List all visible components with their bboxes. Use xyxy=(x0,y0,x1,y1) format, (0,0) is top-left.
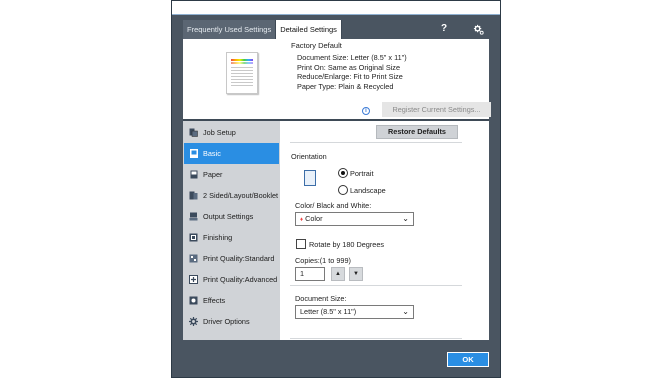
summary-line: Paper Type: Plain & Recycled xyxy=(297,81,394,91)
gear-icon[interactable] xyxy=(470,21,486,37)
landscape-radio[interactable] xyxy=(338,185,348,195)
tab-frequently-used-settings[interactable]: Frequently Used Settings xyxy=(183,20,277,39)
sidebar-item-print-quality-standard[interactable]: Print Quality:Standard xyxy=(184,248,279,269)
portrait-label: Portrait xyxy=(350,169,374,178)
sidebar-item-finishing[interactable]: Finishing xyxy=(184,227,279,248)
paper-icon xyxy=(189,170,198,179)
sidebar-item-label: Output Settings xyxy=(203,212,254,221)
summary-line: Document Size: Letter (8.5" x 11") xyxy=(297,53,407,62)
divider xyxy=(290,285,462,286)
copies-label: Copies:(1 to 999) xyxy=(295,256,351,265)
register-current-settings-button[interactable]: Register Current Settings... xyxy=(382,102,491,117)
restore-defaults-button[interactable]: Restore Defaults xyxy=(376,125,458,139)
settings-tabs: Frequently Used Settings Detailed Settin… xyxy=(183,20,342,39)
output-icon xyxy=(189,212,198,221)
document-preview-icon xyxy=(226,52,258,94)
question-icon[interactable]: ? xyxy=(436,21,452,37)
finishing-icon xyxy=(189,233,198,242)
sidebar-item-paper[interactable]: Paper xyxy=(184,164,279,185)
color-mode-label: Color/ Black and White: xyxy=(295,201,372,210)
sidebar-item-label: Driver Options xyxy=(203,317,250,326)
dialog-footer: OK xyxy=(172,340,500,377)
document-size-value: Letter (8.5" x 11") xyxy=(300,307,357,316)
summary-line: Print On: Same as Original Size xyxy=(297,62,401,72)
sidebar-item-label: Basic xyxy=(203,149,221,158)
layout-icon xyxy=(189,191,198,200)
copies-increase-button[interactable]: ▲ xyxy=(331,267,345,281)
sidebar-item-label: Print Quality:Advanced xyxy=(203,275,278,284)
color-mode-value: Color xyxy=(305,214,323,223)
sidebar-item-output-settings[interactable]: Output Settings xyxy=(184,206,279,227)
landscape-label: Landscape xyxy=(350,186,386,195)
color-mode-select[interactable]: ♦ Color ⌄ xyxy=(295,212,414,226)
sidebar-item-print-quality-advanced[interactable]: Print Quality:Advanced xyxy=(184,269,279,290)
basic-icon xyxy=(189,149,198,158)
basic-settings-panel: Restore Defaults Orientation Portrait La… xyxy=(280,121,489,340)
divider xyxy=(290,142,462,143)
effects-icon xyxy=(189,296,198,305)
sidebar-item-effects[interactable]: Effects xyxy=(184,290,279,311)
driver-options-icon xyxy=(189,317,198,326)
sidebar-item-2-sided-layout-booklet[interactable]: 2 Sided/Layout/Booklet xyxy=(184,185,279,206)
print-settings-dialog: Frequently Used Settings Detailed Settin… xyxy=(171,0,501,378)
color-mode-icon: ♦ xyxy=(300,217,304,223)
settings-summary: Document Size: Letter (8.5" x 11") Print… xyxy=(297,53,407,91)
portrait-page-icon xyxy=(304,170,316,186)
title-bar xyxy=(172,1,500,15)
sidebar-item-label: Finishing xyxy=(203,233,233,242)
sidebar-item-driver-options[interactable]: Driver Options xyxy=(184,311,279,332)
ok-button[interactable]: OK xyxy=(447,352,489,367)
document-size-label: Document Size: xyxy=(295,294,347,303)
chevron-down-icon: ⌄ xyxy=(402,307,409,316)
job-setup-icon xyxy=(189,128,198,137)
sidebar-item-basic[interactable]: Basic xyxy=(184,143,279,164)
copies-decrease-button[interactable]: ▼ xyxy=(349,267,363,281)
summary-title: Factory Default xyxy=(291,41,342,50)
sidebar-item-label: Effects xyxy=(203,296,226,305)
rotate-180-checkbox[interactable] xyxy=(296,239,306,249)
sidebar-item-label: 2 Sided/Layout/Booklet xyxy=(203,191,279,200)
info-icon[interactable]: i xyxy=(362,107,370,115)
rotate-180-label: Rotate by 180 Degrees xyxy=(309,240,385,249)
quality-standard-icon xyxy=(189,254,198,263)
sidebar-item-job-setup[interactable]: Job Setup xyxy=(184,122,279,143)
divider xyxy=(290,338,462,339)
sidebar-item-label: Paper xyxy=(203,170,223,179)
portrait-radio[interactable] xyxy=(338,168,348,178)
copies-input[interactable]: 1 xyxy=(295,267,325,281)
sidebar-item-label: Print Quality:Standard xyxy=(203,254,275,263)
sidebar: Job Setup Basic Paper 2 Sided/Layout/Boo… xyxy=(183,121,280,340)
summary-line: Reduce/Enlarge: Fit to Print Size xyxy=(297,72,403,82)
quality-advanced-icon xyxy=(189,275,198,284)
tab-detailed-settings[interactable]: Detailed Settings xyxy=(276,20,342,39)
orientation-label: Orientation xyxy=(291,152,327,161)
settings-summary-panel: Factory Default Document Size: Letter (8… xyxy=(183,39,491,119)
sidebar-item-label: Job Setup xyxy=(203,128,236,137)
chevron-down-icon: ⌄ xyxy=(402,214,409,223)
document-size-select[interactable]: Letter (8.5" x 11") ⌄ xyxy=(295,305,414,319)
